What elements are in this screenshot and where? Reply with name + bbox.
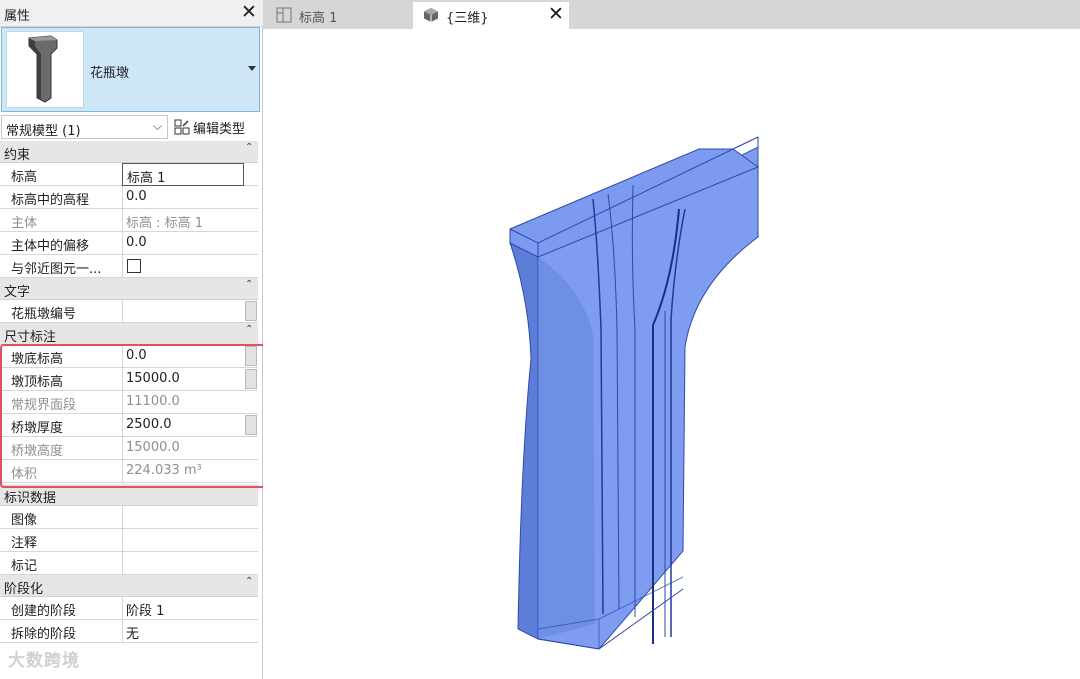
row-name: 拆除的阶段 <box>0 620 123 642</box>
close-tab-icon[interactable]: ✕ <box>548 2 564 26</box>
phase-created-value[interactable]: 阶段 1 <box>124 597 258 619</box>
edit-type-label: 编辑类型 <box>193 122 246 137</box>
collapse-icon[interactable]: ⌃ <box>245 142 253 153</box>
floor-plan-icon <box>276 7 292 27</box>
properties-title-bar: 属性 ✕ <box>0 0 263 27</box>
row-name: 注释 <box>0 529 123 551</box>
edit-type-button[interactable]: 编辑类型 <box>171 115 261 139</box>
collapse-icon[interactable]: ⌃ <box>245 576 253 587</box>
pier-model[interactable] <box>263 29 1080 679</box>
row-move-with-nearby: 与邻近图元一... <box>0 255 258 278</box>
row-name: 主体 <box>0 209 123 231</box>
associate-parameter-button[interactable] <box>245 301 257 321</box>
row-phase-demolished: 拆除的阶段 无 <box>0 620 258 643</box>
row-name: 创建的阶段 <box>0 597 123 619</box>
image-value[interactable] <box>124 506 258 528</box>
row-offset-from-host: 主体中的偏移 0.0 <box>0 232 258 255</box>
mark-value[interactable] <box>124 552 258 574</box>
move-with-nearby-checkbox[interactable] <box>127 259 141 273</box>
type-selector[interactable]: 花瓶墩 <box>1 27 260 112</box>
section-constraints[interactable]: 约束 ⌃ <box>0 141 258 163</box>
row-name: 与邻近图元一... <box>0 255 123 277</box>
offset-from-host-value[interactable]: 0.0 <box>124 232 258 254</box>
section-label: 尺寸标注 <box>4 330 57 345</box>
row-name: 花瓶墩编号 <box>0 300 123 322</box>
category-filter-value: 常规模型 (1) <box>6 124 81 139</box>
row-name: 标记 <box>0 552 123 574</box>
pier-left-face <box>509 242 539 640</box>
section-dimensions[interactable]: 尺寸标注 ⌃ <box>0 323 258 345</box>
close-icon[interactable]: ✕ <box>241 1 257 23</box>
tab-level-1[interactable]: 标高 1 <box>266 2 412 29</box>
tab-label: {三维} <box>446 11 489 26</box>
row-mark: 标记 <box>0 552 258 575</box>
row-elev-from-level: 标高中的高程 0.0 <box>0 186 258 209</box>
phase-demolished-value[interactable]: 无 <box>124 620 258 642</box>
row-name: 标高 <box>0 163 123 185</box>
type-thumbnail <box>6 31 84 108</box>
category-filter-dropdown[interactable]: 常规模型 (1) ⌵ <box>1 115 168 139</box>
section-label: 文字 <box>4 285 31 300</box>
row-comments: 注释 <box>0 529 258 552</box>
row-name: 图像 <box>0 506 123 528</box>
comments-value[interactable] <box>124 529 258 551</box>
tab-3d-view[interactable]: {三维} ✕ <box>413 2 569 29</box>
section-text[interactable]: 文字 ⌃ <box>0 278 258 300</box>
section-label: 标识数据 <box>4 491 57 506</box>
3d-viewport[interactable] <box>263 29 1080 679</box>
row-phase-created: 创建的阶段 阶段 1 <box>0 597 258 620</box>
section-label: 阶段化 <box>4 582 44 597</box>
collapse-icon[interactable]: ⌃ <box>245 324 253 335</box>
row-host: 主体 标高 : 标高 1 <box>0 209 258 232</box>
dimensions-highlight-box <box>0 344 273 488</box>
row-pier-number: 花瓶墩编号 <box>0 300 258 323</box>
properties-palette: 属性 ✕ 花瓶墩 常规模型 (1) ⌵ 编辑类型 约束 ⌃ 标高 标高 1 标高… <box>0 0 273 679</box>
watermark: 大数跨境 <box>8 651 80 671</box>
row-name: 标高中的高程 <box>0 186 123 208</box>
level-input[interactable]: 标高 1 <box>122 163 244 186</box>
elev-from-level-value[interactable]: 0.0 <box>124 186 258 208</box>
collapse-icon[interactable]: ⌃ <box>245 279 253 290</box>
chevron-down-icon[interactable]: ⌵ <box>153 119 162 134</box>
section-label: 约束 <box>4 148 31 163</box>
row-image: 图像 <box>0 506 258 529</box>
properties-title: 属性 <box>4 9 31 24</box>
edit-type-icon <box>174 119 190 135</box>
filter-row: 常规模型 (1) ⌵ 编辑类型 <box>0 114 263 141</box>
3d-view-icon <box>423 7 439 27</box>
chevron-down-icon[interactable] <box>248 66 256 71</box>
tab-label: 标高 1 <box>299 11 338 26</box>
row-name: 主体中的偏移 <box>0 232 123 254</box>
pier-number-value[interactable] <box>124 300 258 322</box>
host-value: 标高 : 标高 1 <box>126 216 204 231</box>
section-phasing[interactable]: 阶段化 ⌃ <box>0 575 258 597</box>
type-name: 花瓶墩 <box>90 66 130 81</box>
row-level: 标高 标高 1 <box>0 163 258 186</box>
view-tab-bar: 标高 1 {三维} ✕ <box>263 0 1080 29</box>
